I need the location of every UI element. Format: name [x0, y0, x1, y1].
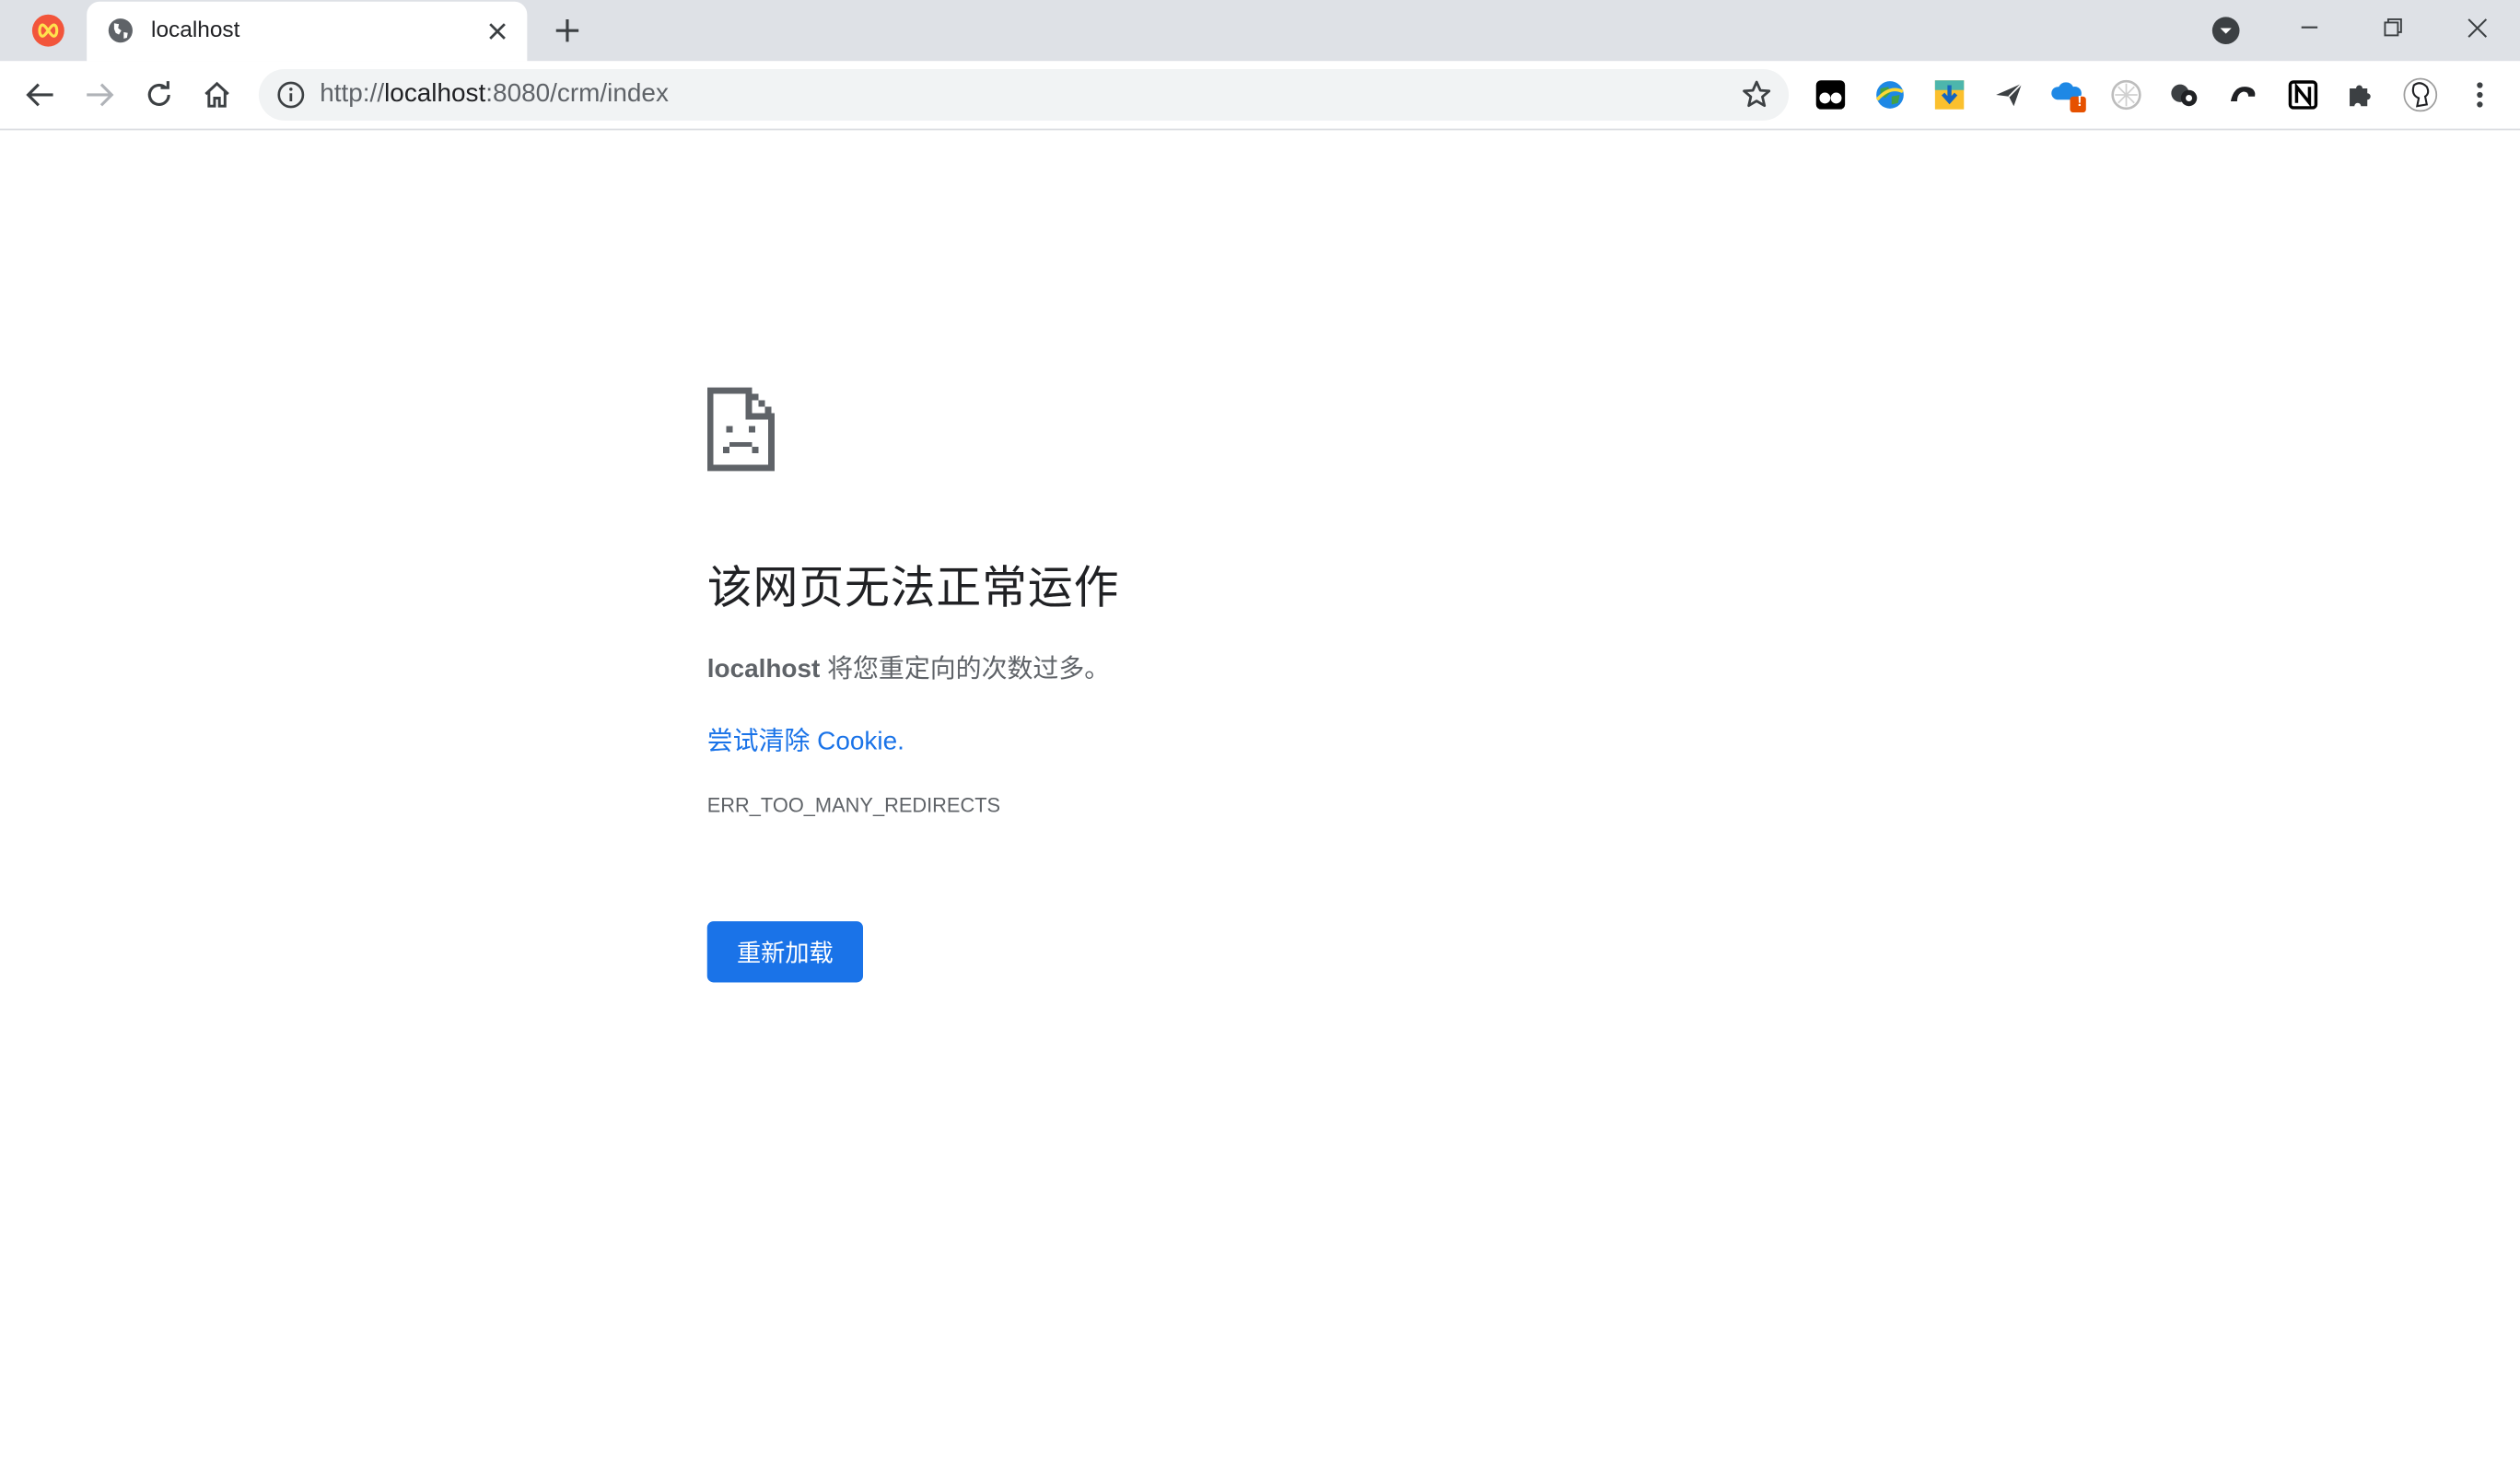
forward-button[interactable] — [80, 76, 119, 114]
sad-page-icon — [706, 387, 776, 472]
notion-icon[interactable] — [2285, 77, 2320, 112]
error-host: localhost — [706, 656, 821, 684]
info-icon[interactable] — [276, 80, 305, 109]
hook-extension-icon[interactable] — [2226, 77, 2261, 112]
download-extension-icon[interactable] — [1931, 77, 1966, 112]
tampermonkey-icon[interactable] — [1813, 77, 1848, 112]
clear-cookies-link[interactable]: 尝试清除 Cookie. — [707, 719, 904, 757]
error-code: ERR_TOO_MANY_REDIRECTS — [706, 794, 1001, 817]
tab-strip: localhost — [0, 0, 2520, 62]
refresh-icon — [147, 81, 170, 106]
extension-warning-badge: ! — [2077, 93, 2082, 110]
app-logo-icon[interactable] — [31, 14, 64, 47]
address-bar[interactable]: http://localhost:8080/crm/index — [258, 69, 1790, 121]
tab-localhost[interactable]: localhost — [87, 1, 528, 62]
error-description-text: 将您重定向的次数过多。 — [820, 656, 1111, 684]
profile-avatar-icon[interactable] — [2403, 77, 2438, 112]
dots-extension-icon[interactable] — [2166, 77, 2201, 112]
toolbar: http://localhost:8080/crm/index ! — [0, 61, 2520, 131]
error-description: localhost 将您重定向的次数过多。 — [707, 647, 1110, 685]
tab-title: localhost — [151, 16, 240, 42]
minimize-button[interactable] — [2289, 9, 2330, 44]
plus-icon — [555, 18, 579, 42]
arrow-left-icon — [26, 83, 53, 107]
home-icon — [204, 81, 229, 108]
minimize-icon — [2301, 26, 2318, 29]
close-window-icon — [2467, 18, 2487, 38]
more-vert-icon[interactable] — [2462, 77, 2497, 112]
new-tab-button[interactable] — [550, 13, 585, 48]
error-title: 该网页无法正常运作 — [706, 562, 1120, 613]
arrow-right-icon — [87, 83, 114, 107]
close-icon[interactable] — [482, 16, 510, 44]
grey-circle-extension-icon[interactable] — [2108, 77, 2143, 112]
puzzle-icon[interactable] — [2343, 77, 2378, 112]
url-host: localhost — [384, 80, 486, 108]
url-text[interactable]: http://localhost:8080/crm/index — [320, 80, 669, 109]
back-button[interactable] — [21, 76, 60, 114]
globe-extension-icon[interactable] — [1872, 77, 1908, 112]
restore-button[interactable] — [2372, 9, 2413, 44]
reload-button[interactable] — [140, 76, 179, 114]
globe-icon — [108, 18, 134, 43]
reload-page-button[interactable]: 重新加载 — [706, 921, 864, 983]
chevron-down-icon — [2211, 17, 2240, 44]
restore-icon — [2384, 18, 2402, 37]
close-window-button[interactable] — [2456, 9, 2497, 44]
cloud-warning-icon[interactable]: ! — [2050, 77, 2086, 113]
send-icon[interactable] — [1991, 77, 2026, 112]
home-button[interactable] — [198, 76, 237, 114]
tab-search-button[interactable] — [2211, 16, 2240, 44]
browser-window: localhost http://localhost:8080/crm/inde… — [0, 0, 2520, 1484]
url-scheme: http:// — [320, 80, 385, 108]
star-icon[interactable] — [1741, 79, 1773, 111]
url-path: :8080/crm/index — [485, 80, 669, 108]
